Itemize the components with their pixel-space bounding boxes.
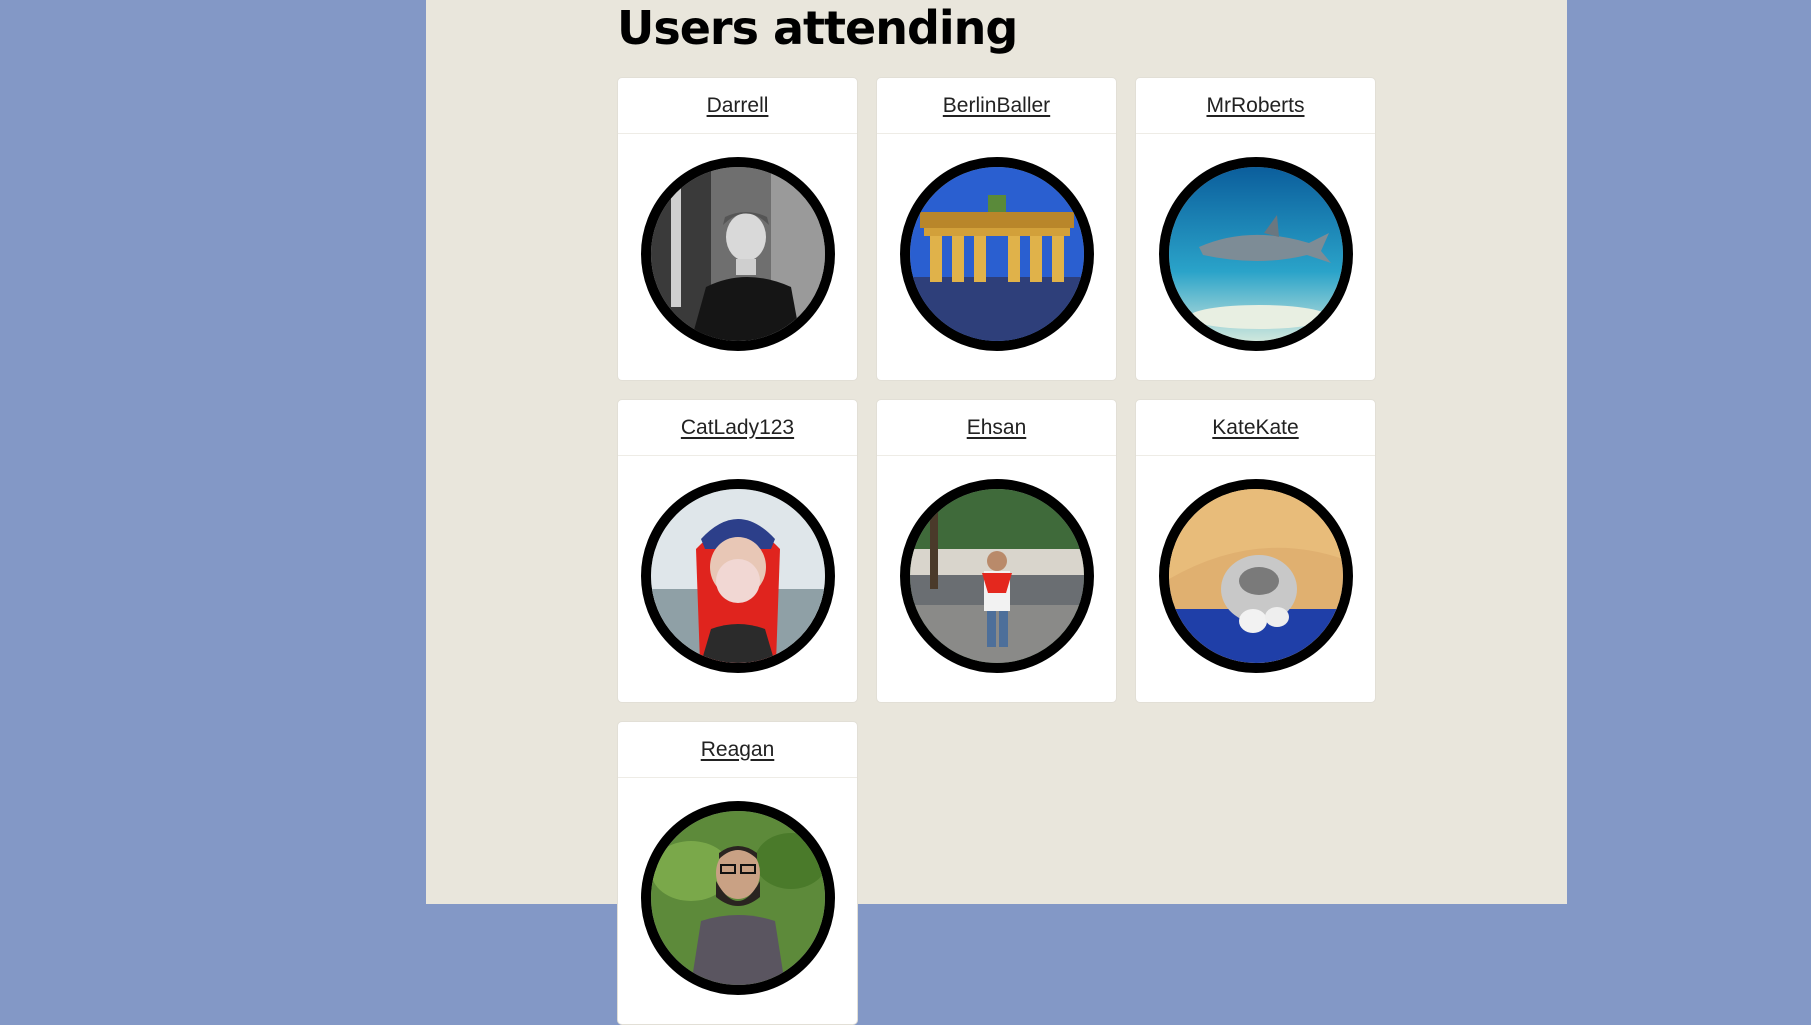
user-link-darrell[interactable]: Darrell xyxy=(707,94,769,118)
user-link-mrroberts[interactable]: MrRoberts xyxy=(1206,94,1304,118)
card-header: CatLady123 xyxy=(618,400,857,456)
man-by-river-photo xyxy=(909,489,1084,663)
avatar[interactable] xyxy=(899,157,1094,351)
card-header: Reagan xyxy=(618,722,857,778)
brandenburg-gate-photo xyxy=(909,167,1084,341)
avatar[interactable] xyxy=(640,479,835,673)
user-card: CatLady123 xyxy=(617,399,858,703)
cat-under-blanket-photo xyxy=(1168,489,1343,663)
avatar[interactable] xyxy=(640,157,835,351)
portrait-photo xyxy=(650,167,825,341)
user-link-catlady123[interactable]: CatLady123 xyxy=(681,416,794,440)
bubblegum-woman-photo xyxy=(650,489,825,663)
page-title: Users attending xyxy=(617,1,1018,55)
card-header: KateKate xyxy=(1136,400,1375,456)
card-header: MrRoberts xyxy=(1136,78,1375,134)
user-card: Reagan xyxy=(617,721,858,1025)
avatar[interactable] xyxy=(1158,157,1353,351)
card-header: BerlinBaller xyxy=(877,78,1116,134)
user-card: Ehsan xyxy=(876,399,1117,703)
user-card: MrRoberts xyxy=(1135,77,1376,381)
user-card: Darrell xyxy=(617,77,858,381)
user-link-katekate[interactable]: KateKate xyxy=(1212,416,1298,440)
user-card: BerlinBaller xyxy=(876,77,1117,381)
avatar[interactable] xyxy=(899,479,1094,673)
user-link-ehsan[interactable]: Ehsan xyxy=(967,416,1027,440)
avatar[interactable] xyxy=(1158,479,1353,673)
card-header: Ehsan xyxy=(877,400,1116,456)
user-card: KateKate xyxy=(1135,399,1376,703)
bearded-man-photo xyxy=(650,811,825,985)
user-grid: Darrell BerlinBaller MrRoberts CatLady12… xyxy=(617,77,1407,1025)
user-link-berlinballer[interactable]: BerlinBaller xyxy=(943,94,1050,118)
page-content: Users attending Darrell BerlinBaller MrR… xyxy=(426,0,1567,1025)
shark-photo xyxy=(1168,167,1343,341)
user-link-reagan[interactable]: Reagan xyxy=(701,738,775,762)
avatar[interactable] xyxy=(640,801,835,995)
card-header: Darrell xyxy=(618,78,857,134)
